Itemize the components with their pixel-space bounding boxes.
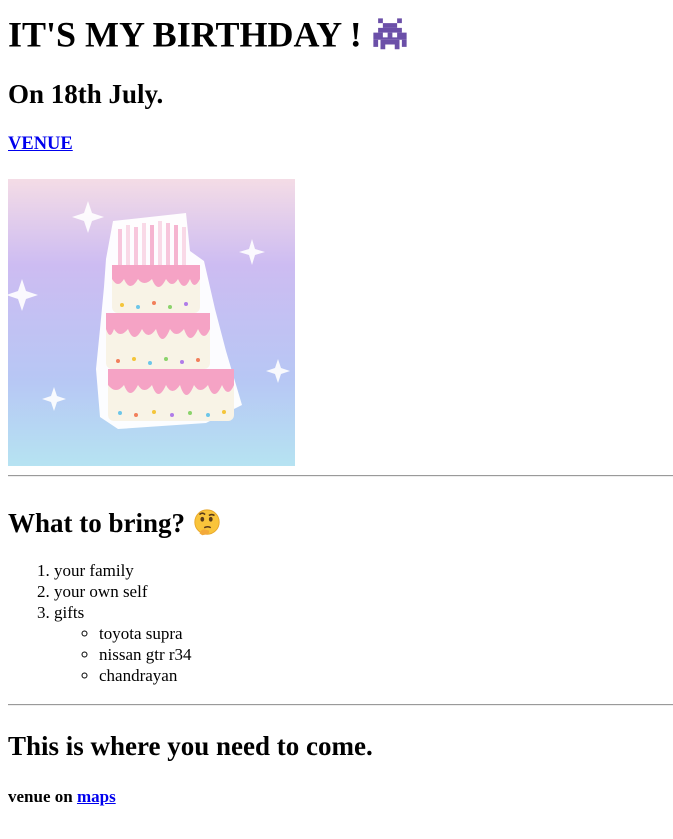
- space-invader-alien-icon: [373, 18, 407, 49]
- gift-list: toyota supra nissan gtr r34 chandrayan: [54, 623, 192, 686]
- what-to-bring-heading-text: What to bring?: [8, 507, 186, 538]
- gift-item: toyota supra: [99, 623, 192, 644]
- what-to-bring-heading: What to bring?: [8, 502, 222, 541]
- birthday-cake-image: [8, 179, 295, 466]
- gift-item: chandrayan: [99, 665, 192, 686]
- bring-list: your family your own self gifts toyota s…: [8, 560, 192, 686]
- gift-item: nissan gtr r34: [99, 644, 192, 665]
- bring-item-gifts-label: gifts: [54, 603, 85, 622]
- location-heading: This is where you need to come.: [8, 731, 373, 761]
- venue-link[interactable]: VENUE: [8, 133, 73, 155]
- page-title-text: IT'S MY BIRTHDAY !: [8, 14, 362, 55]
- divider-1: [8, 475, 673, 477]
- divider-2: [8, 704, 673, 706]
- venue-maps-line: venue on maps: [8, 786, 116, 807]
- bring-item-self: your own self: [54, 581, 192, 602]
- bring-item-gifts: gifts toyota supra nissan gtr r34 chandr…: [54, 602, 192, 686]
- bring-item-family: your family: [54, 560, 192, 581]
- birthday-date: On 18th July.: [8, 79, 164, 109]
- venue-maps-prefix: venue on: [8, 787, 77, 806]
- thinking-face-icon: [194, 509, 220, 535]
- maps-link[interactable]: maps: [77, 787, 116, 806]
- page-title: IT'S MY BIRTHDAY !: [8, 9, 409, 57]
